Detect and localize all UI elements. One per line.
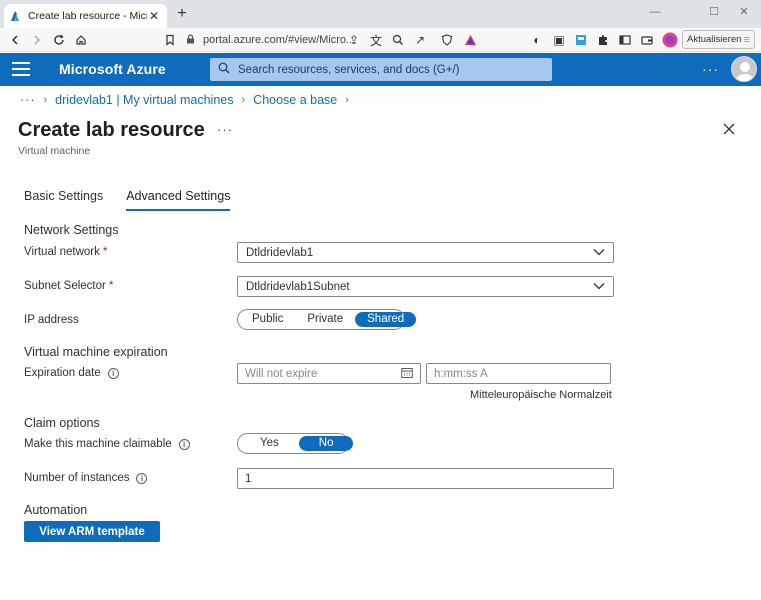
azure-brand[interactable]: Microsoft Azure [59,61,166,77]
view-arm-template-button[interactable]: View ARM template [24,521,160,542]
claimable-option-yes[interactable]: Yes [240,436,299,451]
close-icon[interactable] [722,122,738,138]
virtual-network-value: Dtldridevlab1 [246,246,314,259]
expiration-date-placeholder: Will not expire [245,367,318,380]
ip-option-private[interactable]: Private [295,312,355,327]
claimable-label: Make this machine claimable i [24,438,190,450]
address-bar: portal.azure.com/#view/Micro... ⇪ 文 ↗ ◐ … [0,28,761,52]
expiration-time-placeholder: h:mm:ss A [434,367,488,380]
browser-tabstrip: Create lab resource - Microsoft Azure ✕ … [0,0,761,28]
search-icon [218,62,230,77]
title-more-icon[interactable]: ··· [217,122,233,137]
extension-1-icon[interactable]: ◐ [528,31,546,49]
extensions-puzzle-icon[interactable] [594,31,612,49]
calendar-icon[interactable] [401,367,413,381]
required-marker: * [108,280,114,292]
window-close-icon[interactable]: ✕ [730,3,758,21]
url-text: portal.azure.com/#view/Micro... [203,34,356,46]
claim-options-heading: Claim options [24,416,100,430]
brave-shield-icon[interactable] [438,31,456,49]
automation-heading: Automation [24,503,88,517]
timezone-label: Mitteleuropäische Normalzeit [470,389,612,401]
page-title: Create lab resource [18,119,205,141]
rewards-icon[interactable] [461,31,479,49]
instances-value: 1 [245,472,252,485]
virtual-network-label: Virtual network * [24,246,107,258]
instances-input[interactable]: 1 [237,468,614,489]
back-icon[interactable] [6,31,24,49]
refresh-icon[interactable] [50,31,68,49]
bookmark-icon[interactable] [161,31,179,49]
update-label: Aktualisieren [687,34,742,45]
ip-address-toggle: Public Private Shared [237,309,417,330]
ip-address-label: IP address [24,314,79,326]
forward-icon[interactable] [28,31,46,49]
subnet-selector-label: Subnet Selector * [24,280,113,292]
expiration-heading: Virtual machine expiration [24,345,168,359]
extension-3-icon[interactable] [572,31,590,49]
subnet-value: Dtldridevlab1Subnet [246,280,350,293]
expiration-date-label: Expiration date i [24,367,119,379]
info-icon[interactable]: i [136,472,148,484]
close-tab-icon[interactable]: ✕ [147,9,161,23]
browser-tab[interactable]: Create lab resource - Microsoft Azure ✕ [4,4,167,28]
chevron-down-icon [593,247,605,259]
install-app-icon[interactable]: ⇪ [345,31,363,49]
chevron-right-icon: › [241,94,246,106]
global-search[interactable]: Search resources, services, and docs (G+… [210,58,552,81]
maximize-icon[interactable]: ☐ [700,3,728,21]
network-settings-heading: Network Settings [24,223,119,237]
breadcrumb: ··· › dridevlab1 | My virtual machines ›… [20,93,357,107]
expiration-date-label-text: Expiration date [24,367,101,379]
breadcrumb-ellipsis[interactable]: ··· [20,93,36,107]
info-icon[interactable]: i [178,438,190,450]
profile-icon[interactable] [661,31,679,49]
ip-option-shared[interactable]: Shared [355,312,417,327]
expiration-date-input[interactable]: Will not expire [237,363,421,384]
claimable-toggle: Yes No [237,433,354,454]
translate-icon[interactable]: 文 [367,31,385,49]
wallet-icon[interactable] [638,31,656,49]
search-placeholder: Search resources, services, and docs (G+… [238,63,460,76]
breadcrumb-item-base[interactable]: Choose a base [253,93,337,107]
page-subtitle: Virtual machine [18,145,91,157]
minimize-icon[interactable]: — [641,3,669,21]
url-field[interactable]: portal.azure.com/#view/Micro... [186,30,476,50]
claimable-option-no[interactable]: No [298,436,354,451]
more-options-icon[interactable]: ··· [702,61,719,77]
expiration-time-input[interactable]: h:mm:ss A [426,363,611,384]
subnet-selector-label-text: Subnet Selector [24,280,106,292]
update-button[interactable]: Aktualisieren ≡ [682,30,755,49]
instances-label: Number of instances i [24,472,148,484]
breadcrumb-item-lab[interactable]: dridevlab1 | My virtual machines [55,93,233,107]
zoom-icon[interactable] [389,31,407,49]
extension-2-icon[interactable]: ▣ [550,31,568,49]
required-marker: * [102,246,108,258]
virtual-network-dropdown[interactable]: Dtldridevlab1 [237,242,614,263]
chevron-right-icon: › [43,94,48,106]
sidebar-icon[interactable] [616,31,634,49]
avatar[interactable] [731,56,757,82]
tab-advanced-settings[interactable]: Advanced Settings [126,189,231,211]
chevron-right-icon: › [345,94,349,106]
ip-option-public[interactable]: Public [240,312,295,327]
share-icon[interactable]: ↗ [411,31,429,49]
home-icon[interactable] [72,31,90,49]
instances-label-text: Number of instances [24,472,130,484]
tab-basic-settings[interactable]: Basic Settings [24,189,103,211]
settings-tabs: Basic Settings Advanced Settings [24,189,253,211]
claimable-label-text: Make this machine claimable [24,438,172,450]
browser-tab-title: Create lab resource - Microsoft Azure [28,10,147,22]
new-tab-icon[interactable]: + [174,6,190,22]
lock-icon [186,33,195,47]
menu-icon: ≡ [743,33,750,46]
azure-logo-icon [10,10,22,22]
info-icon[interactable]: i [107,367,119,379]
azure-header: Microsoft Azure Search resources, servic… [0,53,761,86]
virtual-network-label-text: Virtual network [24,246,100,258]
subnet-selector-dropdown[interactable]: Dtldridevlab1Subnet [237,276,614,297]
portal-menu-icon[interactable] [12,62,30,78]
chevron-down-icon [593,281,605,293]
